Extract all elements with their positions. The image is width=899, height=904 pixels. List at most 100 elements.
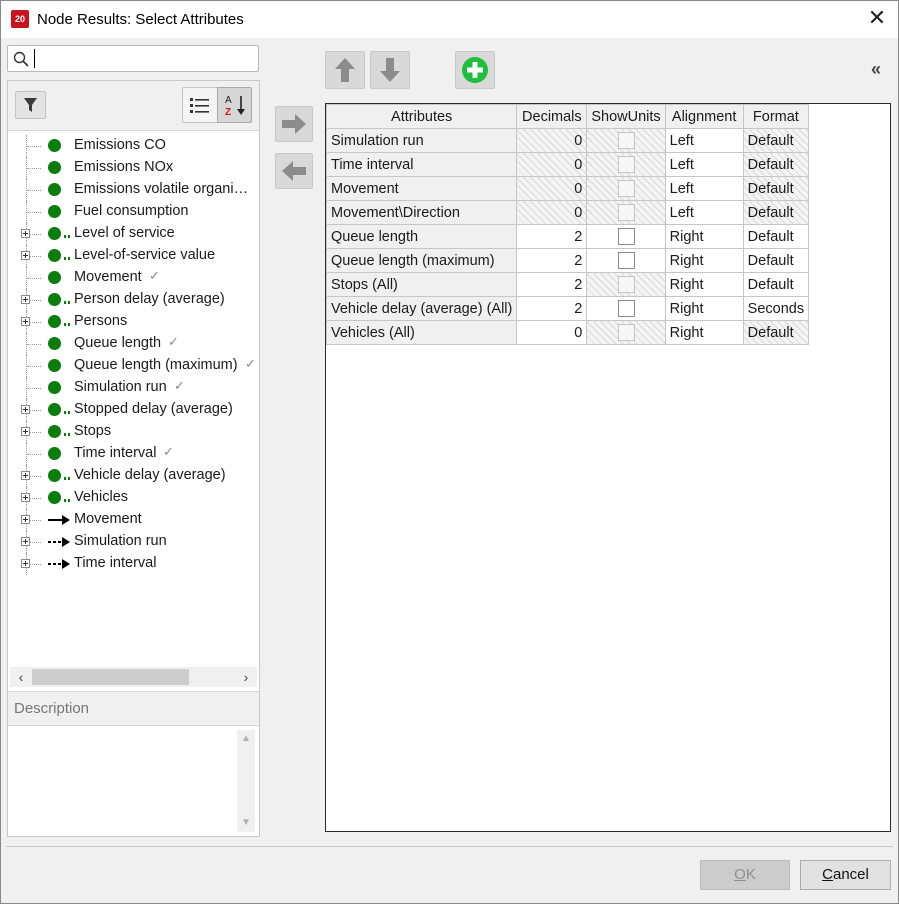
scroll-right-icon[interactable]: › xyxy=(237,667,255,687)
attribute-cell[interactable]: Vehicle delay (average) (All) xyxy=(325,296,518,321)
attribute-cell[interactable]: Queue length (maximum) xyxy=(325,248,518,273)
decimals-cell[interactable]: 2 xyxy=(516,248,588,273)
filter-button[interactable] xyxy=(15,91,46,119)
format-cell[interactable]: Default xyxy=(742,224,810,249)
attribute-cell[interactable]: Movement\Direction xyxy=(325,200,518,225)
remove-from-selection-button[interactable] xyxy=(275,153,313,189)
table-row[interactable]: Vehicles (All) 0 Right Default xyxy=(325,320,810,345)
tree-item[interactable]: Movement xyxy=(8,509,259,531)
horizontal-scrollbar[interactable]: ‹ › xyxy=(10,667,257,687)
table-row[interactable]: Movement 0 Left Default xyxy=(325,176,810,201)
expand-icon[interactable] xyxy=(21,229,30,238)
showunits-checkbox[interactable] xyxy=(617,228,635,245)
expand-icon[interactable] xyxy=(21,493,30,502)
tree-item[interactable]: Level-of-service value xyxy=(8,245,259,267)
showunits-checkbox[interactable] xyxy=(617,300,635,317)
table-row[interactable]: Simulation run 0 Left Default xyxy=(325,128,810,153)
alignment-cell[interactable]: Right xyxy=(664,248,744,273)
tree-item[interactable]: Simulation run ✓ xyxy=(8,377,259,399)
expand-icon[interactable] xyxy=(21,427,30,436)
column-header[interactable]: Attributes xyxy=(325,104,518,129)
expand-icon[interactable] xyxy=(21,405,30,414)
showunits-checkbox[interactable] xyxy=(617,252,635,269)
format-cell[interactable]: Default xyxy=(742,272,810,297)
attribute-cell[interactable]: Time interval xyxy=(325,152,518,177)
column-header[interactable]: Format xyxy=(742,104,810,129)
expand-icon[interactable] xyxy=(21,317,30,326)
tree-item[interactable]: Stops xyxy=(8,421,259,443)
attribute-cell[interactable]: Queue length xyxy=(325,224,518,249)
decimals-cell[interactable]: 2 xyxy=(516,296,588,321)
move-up-button[interactable] xyxy=(325,51,365,89)
column-header[interactable]: Alignment xyxy=(664,104,744,129)
scroll-up-icon[interactable]: ▲ xyxy=(237,730,255,748)
column-header[interactable]: Decimals xyxy=(516,104,588,129)
tree-item[interactable]: Emissions NOx xyxy=(8,157,259,179)
tree-item[interactable]: Movement ✓ xyxy=(8,267,259,289)
list-view-button[interactable] xyxy=(182,87,217,123)
tree-item[interactable]: Queue length (maximum) ✓ xyxy=(8,355,259,377)
alignment-cell[interactable]: Right xyxy=(664,320,744,345)
cancel-button[interactable]: Cancel xyxy=(800,860,891,890)
add-to-selection-button[interactable] xyxy=(275,106,313,142)
expand-icon[interactable] xyxy=(21,559,30,568)
tree-item[interactable]: Time interval xyxy=(8,553,259,575)
tree-item[interactable]: Person delay (average) xyxy=(8,289,259,311)
search-box[interactable] xyxy=(7,45,259,72)
tree-item[interactable]: Persons xyxy=(8,311,259,333)
selected-check-icon: ✓ xyxy=(245,356,256,371)
tree-item[interactable]: Queue length ✓ xyxy=(8,333,259,355)
add-attribute-button[interactable] xyxy=(455,51,495,89)
ok-button[interactable]: OK xyxy=(700,860,790,890)
attribute-cell[interactable]: Simulation run xyxy=(325,128,518,153)
tree-item[interactable]: Fuel consumption xyxy=(8,201,259,223)
move-down-button[interactable] xyxy=(370,51,410,89)
tree-item[interactable]: Emissions CO xyxy=(8,135,259,157)
decimals-cell[interactable]: 2 xyxy=(516,224,588,249)
attribute-dot-icon xyxy=(48,271,61,284)
expand-icon[interactable] xyxy=(21,471,30,480)
alignment-cell[interactable]: Right xyxy=(664,296,744,321)
tree-item[interactable]: Vehicle delay (average) xyxy=(8,465,259,487)
expand-icon[interactable] xyxy=(21,515,30,524)
tree-item[interactable]: Time interval ✓ xyxy=(8,443,259,465)
alignment-cell[interactable]: Left xyxy=(664,128,744,153)
alignment-cell[interactable]: Right xyxy=(664,224,744,249)
tree-item[interactable]: Vehicles xyxy=(8,487,259,509)
scrollbar-thumb[interactable] xyxy=(32,669,189,685)
alignment-cell[interactable]: Left xyxy=(664,152,744,177)
decimals-cell[interactable]: 2 xyxy=(516,272,588,297)
tree-item[interactable]: Emissions volatile organi… xyxy=(8,179,259,201)
table-row[interactable]: Vehicle delay (average) (All) 2 Right Secon… xyxy=(325,296,810,321)
expand-icon[interactable] xyxy=(21,537,30,546)
table-row[interactable]: Time interval 0 Left Default xyxy=(325,152,810,177)
attribute-cell[interactable]: Vehicles (All) xyxy=(325,320,518,345)
alignment-cell[interactable]: Left xyxy=(664,200,744,225)
table-row[interactable]: Queue length 2 Right Default xyxy=(325,224,810,249)
description-scrollbar[interactable]: ▲ ▼ xyxy=(237,730,255,832)
close-icon[interactable]: ✕ xyxy=(864,6,890,32)
expand-icon[interactable] xyxy=(21,295,30,304)
attribute-cell[interactable]: Movement xyxy=(325,176,518,201)
scroll-left-icon[interactable]: ‹ xyxy=(12,667,30,687)
attribute-dot-icon xyxy=(48,293,61,306)
table-row[interactable]: Queue length (maximum) 2 Right Default xyxy=(325,248,810,273)
format-cell[interactable]: Default xyxy=(742,248,810,273)
tree-item[interactable]: Level of service xyxy=(8,223,259,245)
decimals-cell[interactable]: 0 xyxy=(516,320,588,345)
format-cell[interactable]: Seconds xyxy=(742,296,810,321)
expand-icon[interactable] xyxy=(21,251,30,260)
tree-item[interactable]: Simulation run xyxy=(8,531,259,553)
column-header[interactable]: ShowUnits xyxy=(586,104,666,129)
attribute-tree[interactable]: Emissions CO Emissions NOx Emissions volat… xyxy=(8,135,259,665)
table-row[interactable]: Movement\Direction 0 Left Default xyxy=(325,200,810,225)
tree-item[interactable]: Stopped delay (average) xyxy=(8,399,259,421)
alignment-cell[interactable]: Right xyxy=(664,272,744,297)
alignment-cell[interactable]: Left xyxy=(664,176,744,201)
sort-alphabetical-button[interactable]: A Z xyxy=(217,87,252,123)
table-row[interactable]: Stops (All) 2 Right Default xyxy=(325,272,810,297)
scroll-down-icon[interactable]: ▼ xyxy=(237,814,255,832)
attribute-cell[interactable]: Stops (All) xyxy=(325,272,518,297)
search-input[interactable] xyxy=(34,49,254,68)
collapse-panel-icon[interactable]: « xyxy=(864,57,888,81)
